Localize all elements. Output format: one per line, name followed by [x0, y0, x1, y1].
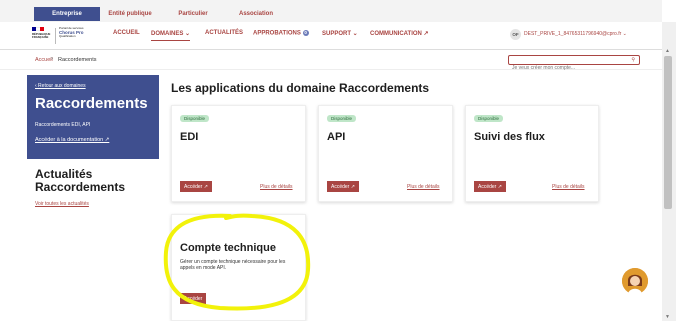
access-button[interactable]: Accéder ↗: [474, 181, 506, 192]
more-details-link[interactable]: Plus de détails: [407, 184, 440, 190]
chorus-pro-logo[interactable]: Portail de services Chorus Pro Qualifica…: [59, 27, 84, 38]
access-button[interactable]: Accéder: [180, 293, 207, 304]
breadcrumb: Accueil › Raccordements ⚲: [0, 50, 662, 72]
domain-subtitle: Raccordements EDI, API: [35, 122, 91, 128]
access-button[interactable]: Accéder ↗: [327, 181, 359, 192]
search-input[interactable]: [509, 64, 619, 72]
breadcrumb-current: Raccordements: [58, 57, 97, 63]
tab-entreprise[interactable]: Entreprise: [34, 7, 100, 21]
tab-association[interactable]: Association: [226, 7, 286, 21]
all-news-link[interactable]: Voir toutes les actualités: [35, 201, 89, 207]
tab-entite-publique[interactable]: Entité publique: [100, 7, 160, 21]
status-badge: Disponible: [180, 115, 210, 122]
app-card-suivi-des-flux: Disponible Suivi des flux Accéder ↗ Plus…: [465, 105, 599, 202]
more-details-link[interactable]: Plus de détails: [552, 184, 585, 190]
search-box[interactable]: ⚲: [508, 55, 640, 72]
status-badge: Disponible: [474, 115, 504, 122]
card-title: Suivi des flux: [474, 131, 545, 143]
user-account-menu[interactable]: DEST_PRIVE_1_84765311796940@cpro.fr ⌄: [524, 31, 627, 37]
news-heading: Actualités Raccordements: [35, 168, 125, 194]
back-to-domains-link[interactable]: ‹ Retour aux domaines: [35, 83, 86, 89]
republique-francaise-logo[interactable]: RÉPUBLIQUE FRANÇAISE: [32, 27, 52, 45]
news-heading-line-2: Raccordements: [35, 180, 126, 194]
approbations-count-badge: 0: [302, 30, 309, 36]
documentation-link[interactable]: Accéder à la documentation ↗: [35, 137, 109, 143]
logo-divider: [55, 28, 56, 44]
app-card-api: Disponible API Accéder ↗ Plus de détails: [318, 105, 453, 202]
page-title: Les applications du domaine Raccordement…: [171, 81, 430, 95]
flag-icon: [32, 27, 44, 31]
chat-assistant-button[interactable]: [622, 268, 648, 294]
rf-line-2: FRANÇAISE: [32, 35, 49, 39]
card-title: Compte technique: [180, 242, 276, 254]
nav-approbations[interactable]: APPROBATIONS 0: [253, 30, 309, 37]
user-avatar[interactable]: OF: [510, 29, 521, 40]
nav-actualites[interactable]: ACTUALITÉS: [205, 30, 243, 36]
nav-domaines[interactable]: DOMAINES ⌄: [151, 30, 191, 41]
scroll-down-arrow-icon[interactable]: ▼: [665, 314, 670, 320]
tab-particulier[interactable]: Particulier: [160, 7, 226, 21]
card-title: API: [327, 131, 346, 143]
chevron-right-icon: ›: [51, 56, 53, 62]
domain-title: Raccordements: [35, 95, 148, 112]
app-card-edi: Disponible EDI Accéder ↗ Plus de détails: [171, 105, 306, 202]
status-badge: Disponible: [327, 115, 357, 122]
domain-sidebar: ‹ Retour aux domaines Raccordements Racc…: [27, 75, 159, 159]
assistant-avatar-icon: [622, 268, 648, 294]
site-header: RÉPUBLIQUE FRANÇAISE Portail de services …: [0, 22, 662, 50]
nav-communication[interactable]: COMMUNICATION ↗: [370, 30, 429, 37]
app-card-compte-technique: Compte technique Gérer un compte techniq…: [171, 214, 306, 321]
more-details-link[interactable]: Plus de détails: [260, 184, 293, 190]
nav-support[interactable]: SUPPORT ⌄: [322, 30, 358, 37]
access-button[interactable]: Accéder ↗: [180, 181, 212, 192]
search-icon[interactable]: ⚲: [631, 57, 635, 63]
card-title: EDI: [180, 131, 199, 143]
nav-accueil[interactable]: ACCUEIL: [113, 30, 140, 36]
audience-bar: Entreprise Entité publique Particulier A…: [0, 0, 662, 22]
brand-sub: Qualification: [59, 34, 76, 38]
scroll-up-arrow-icon[interactable]: ▲: [665, 48, 670, 54]
scrollbar-thumb[interactable]: [664, 56, 672, 209]
nav-approbations-label: APPROBATIONS: [253, 30, 301, 37]
card-description: Gérer un compte technique nécessaire pou…: [180, 259, 286, 271]
